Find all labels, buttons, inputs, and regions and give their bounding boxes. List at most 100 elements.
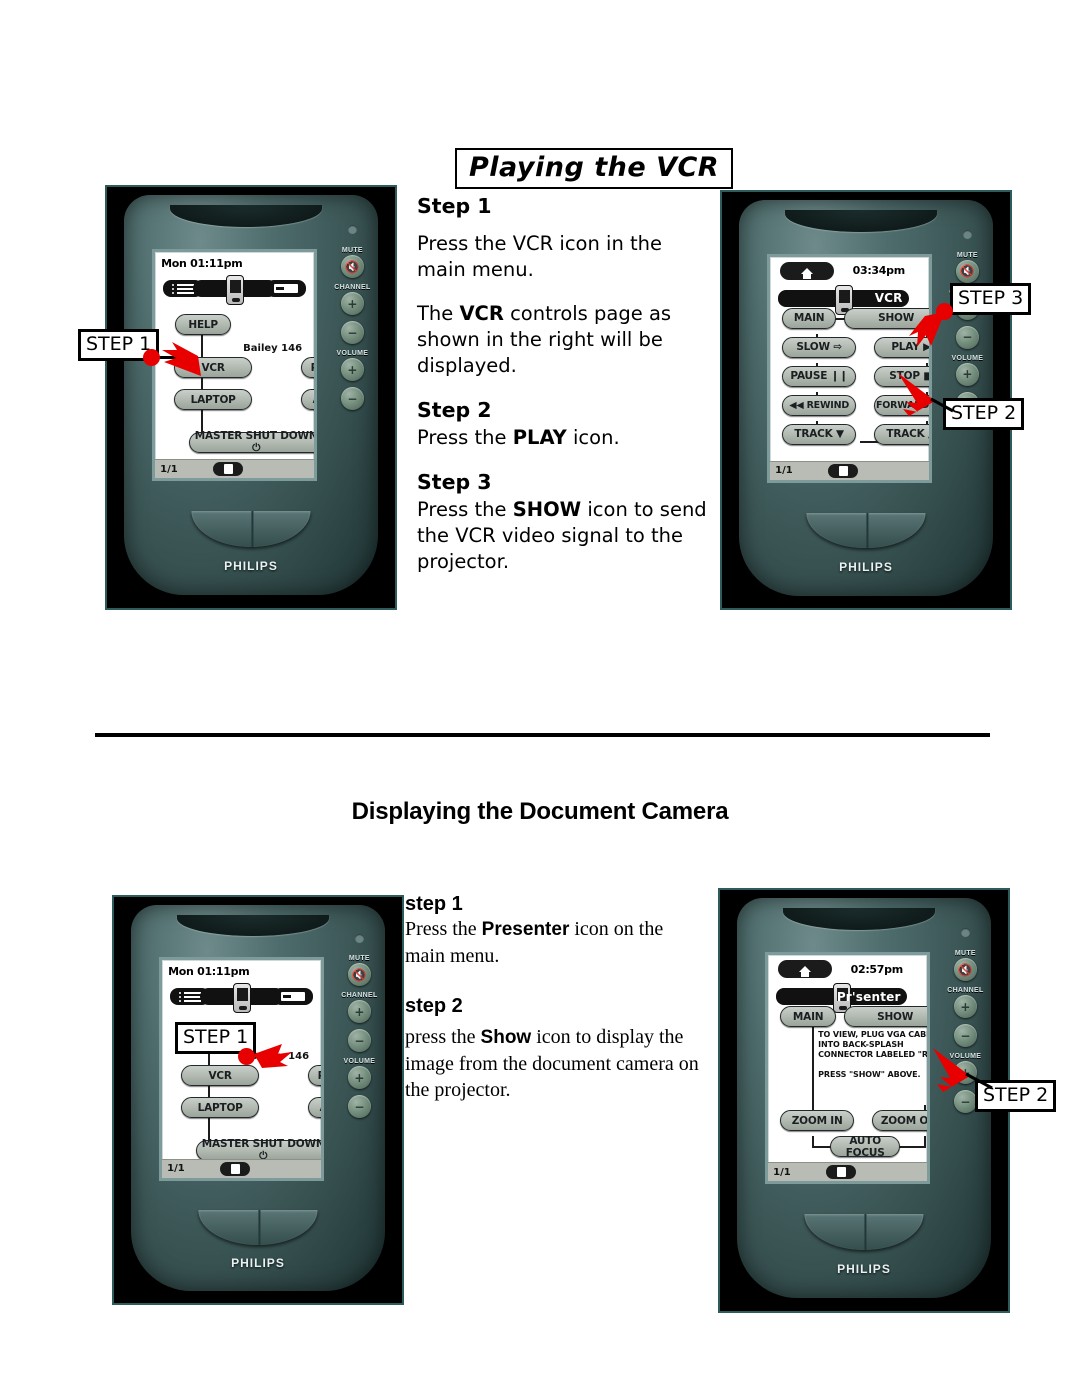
hw-label-volume: VOLUME	[343, 1058, 376, 1066]
ir-sensor-icon	[961, 928, 971, 938]
rocker-button[interactable]	[806, 512, 926, 549]
btn-aux-video[interactable]: AUX VIDEO	[301, 389, 314, 411]
channel-down-button[interactable]: −	[955, 325, 979, 349]
hw-label-mute: MUTE	[341, 247, 363, 255]
text-bold: PLAY	[512, 426, 567, 449]
channel-down-button[interactable]: −	[340, 321, 364, 345]
page-indicator: 1/1	[167, 1163, 185, 1175]
notice-line-1: TO VIEW, PLUG VGA CABLE	[818, 1030, 930, 1040]
save-disk-icon[interactable]	[213, 462, 244, 477]
hw-label-mute: MUTE	[348, 955, 370, 963]
speaker-grille-icon	[782, 908, 935, 931]
btn-pause[interactable]: PAUSE ❙❙	[782, 365, 857, 387]
btn-auto-focus[interactable]: AUTO FOCUS	[830, 1135, 901, 1159]
device-photo-main-menu-top: MUTE 🔇 CHANNEL + − VOLUME + − Mon 01:11p…	[105, 185, 397, 610]
volume-up-button[interactable]: +	[955, 362, 979, 386]
lcd-screen-presenter[interactable]: 02:57pm Pr'senter MAIN SHOW TO VIEW, PLU…	[765, 952, 930, 1185]
btn-track-down[interactable]: TRACK ▼	[782, 423, 857, 445]
mute-button[interactable]: 🔇	[347, 963, 371, 987]
lcd-screen-main-menu[interactable]: Mon 01:11pm	[159, 957, 324, 1181]
text-pre: press the	[405, 1026, 481, 1048]
save-disk-icon[interactable]	[828, 463, 859, 478]
page-title-vcr: Playing the VCR	[455, 148, 734, 189]
lcd-footer: 1/1	[770, 460, 929, 480]
arrow-doc-step1	[254, 1044, 292, 1068]
home-button[interactable]	[778, 960, 833, 979]
channel-up-button[interactable]: +	[340, 292, 364, 316]
vcr-step1-body-1: Press the VCR icon in the main menu.	[417, 232, 663, 281]
channel-down-button[interactable]: −	[347, 1029, 371, 1053]
notice-line-5: PRESS "SHOW" ABOVE.	[818, 1070, 921, 1080]
volume-down-button[interactable]: −	[340, 387, 364, 411]
channel-up-button[interactable]: +	[953, 995, 977, 1019]
lcd-footer: 1/1	[768, 1162, 927, 1182]
btn-master-shut-down[interactable]: MASTER SHUT DOWN ⏻	[189, 430, 314, 454]
mute-button[interactable]: 🔇	[953, 958, 977, 982]
text-pre: Press the	[405, 918, 482, 940]
lcd-footer: 1/1	[155, 459, 314, 479]
btn-zoom-in[interactable]: ZOOM IN	[780, 1110, 855, 1132]
btn-laptop[interactable]: LAPTOP	[181, 1097, 260, 1119]
btn-aux-video[interactable]: AUX VIDEO	[308, 1097, 321, 1119]
btn-zoom-out[interactable]: ZOOM OUT	[872, 1110, 927, 1132]
lcd-screen-vcr[interactable]: 03:34pm VCR MAIN SHOW SLOW ⇨ PLAY ▶ PAUS…	[767, 253, 932, 483]
vcr-step2-body: Press the PLAY icon.	[417, 425, 707, 451]
text-pre: The	[417, 302, 460, 325]
text-bold: Show	[480, 1027, 532, 1048]
home-button[interactable]	[780, 261, 835, 280]
home-icon	[801, 267, 814, 279]
cassette-icon[interactable]	[265, 280, 306, 298]
page-title-pill: VCR	[778, 284, 909, 315]
page-title-doccam: Displaying the Document Camera	[351, 798, 729, 825]
btn-help[interactable]: HELP	[175, 314, 232, 336]
rocker-button[interactable]	[191, 511, 311, 548]
btn-laptop[interactable]: LAPTOP	[174, 389, 253, 411]
text-pre: Press the	[417, 498, 513, 521]
hw-label-channel: CHANNEL	[334, 284, 371, 292]
callout-dot-vcr-step1	[143, 349, 160, 366]
btn-main[interactable]: MAIN	[782, 307, 837, 329]
mute-button[interactable]: 🔇	[955, 259, 979, 283]
rocker-button[interactable]	[804, 1214, 924, 1251]
btn-vcr[interactable]: VCR	[181, 1065, 260, 1087]
lcd-icon-row	[161, 274, 308, 306]
mute-button[interactable]: 🔇	[340, 255, 364, 279]
room-label: Bailey 146	[243, 343, 303, 355]
arrow-vcr-step3	[909, 312, 945, 347]
btn-slow[interactable]: SLOW ⇨	[782, 336, 857, 358]
btn-main[interactable]: MAIN	[780, 1006, 837, 1028]
btn-show[interactable]: SHOW	[844, 1006, 927, 1028]
volume-up-button[interactable]: +	[347, 1066, 371, 1090]
btn-blk-scr[interactable]: BLK SCR	[316, 314, 317, 335]
text-pre: Press the	[417, 426, 513, 449]
hardware-button-column: MUTE 🔇 CHANNEL + − VOLUME + −	[334, 247, 371, 416]
doc-step1-heading: step 1	[405, 893, 463, 915]
device-photo-main-menu-bottom: MUTE 🔇 CHANNEL + − VOLUME + − Mon 01:11p…	[112, 895, 404, 1305]
text-post: icon.	[566, 426, 620, 449]
btn-track-up[interactable]: TRACK ▲	[874, 423, 929, 445]
volume-up-button[interactable]: +	[340, 358, 364, 382]
doc-step2-heading: step 2	[405, 995, 463, 1017]
text-bold: SHOW	[512, 498, 582, 521]
clock-label: 03:34pm	[852, 264, 906, 278]
save-disk-icon[interactable]	[826, 1165, 857, 1180]
btn-presenter[interactable]: PRESENTER	[301, 357, 314, 379]
text-bold: Presenter	[481, 919, 570, 940]
cassette-icon[interactable]	[272, 988, 313, 1006]
btn-rewind[interactable]: ◀◀ REWIND	[782, 394, 857, 416]
vcr-step3-heading: Step 3	[417, 470, 492, 494]
volume-down-button[interactable]: −	[347, 1095, 371, 1119]
device-body: MUTE 🔇 CHANNEL + − VOLUME + − Mon 01:11p…	[131, 905, 385, 1291]
btn-blk-scr[interactable]: BLK SCR	[323, 1022, 324, 1043]
brand-logo: PHILIPS	[231, 1255, 285, 1270]
lcd-header-row: 02:57pm	[774, 960, 921, 979]
presenter-notice: TO VIEW, PLUG VGA CABLE INTO BACK-SPLASH…	[818, 1030, 930, 1080]
channel-up-button[interactable]: +	[347, 1000, 371, 1024]
btn-presenter[interactable]: PRESENTER	[308, 1065, 321, 1087]
hw-label-channel: CHANNEL	[341, 992, 378, 1000]
page-indicator: 1/1	[773, 1166, 791, 1178]
brand-logo: PHILIPS	[839, 559, 893, 574]
lcd-header-row: 03:34pm	[776, 261, 923, 280]
save-disk-icon[interactable]	[220, 1161, 251, 1176]
rocker-button[interactable]	[198, 1209, 318, 1245]
